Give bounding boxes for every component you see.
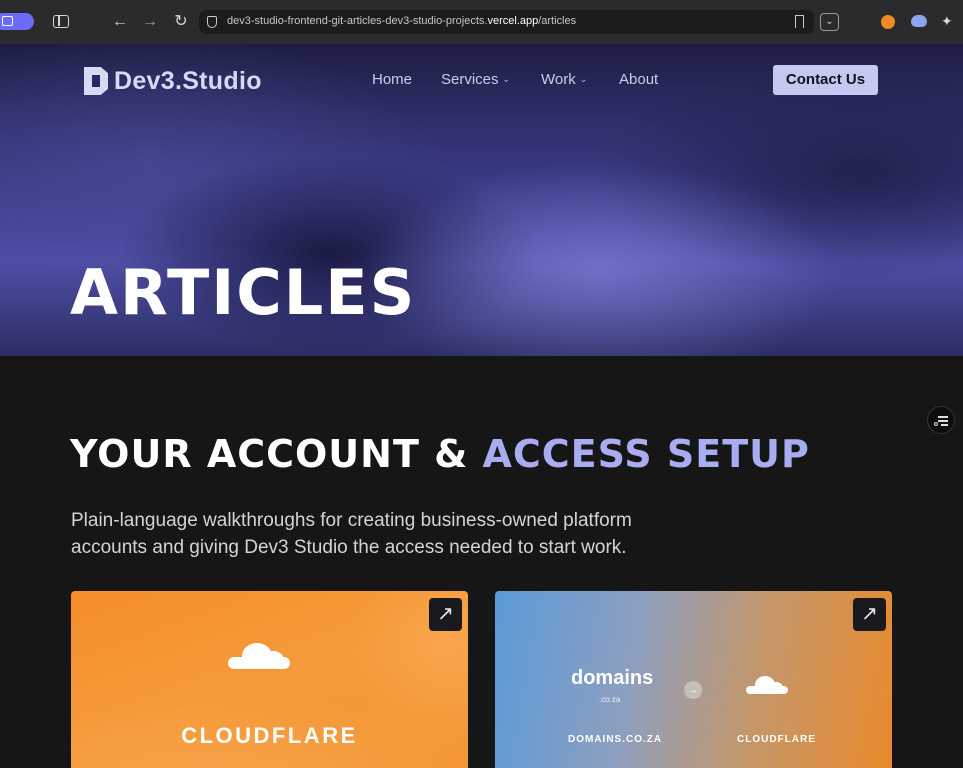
site-logo[interactable]: Dev3.Studio <box>84 66 262 96</box>
logo-text: Dev3.Studio <box>114 66 262 95</box>
extension-blue-icon[interactable] <box>911 15 927 27</box>
chevron-down-icon: ⌄ <box>502 74 511 84</box>
card-label: CLOUDFLARE <box>181 723 358 748</box>
page-title: ARTICLES <box>70 256 417 329</box>
extension-puzzle-icon[interactable]: ✦ <box>941 13 953 30</box>
extension-orange-icon[interactable] <box>881 15 895 29</box>
card-label-right: CLOUDFLARE <box>737 734 816 745</box>
sidebar-toggle-icon[interactable] <box>51 12 71 32</box>
shield-icon <box>207 16 217 28</box>
browser-toolbar: ← → ↻ dev3-studio-frontend-git-articles-… <box>0 0 963 44</box>
arrow-up-right-icon[interactable]: ↗ <box>429 598 462 631</box>
card-label-left: DOMAINS.CO.ZA <box>568 734 663 745</box>
section-description: Plain-language walkthroughs for creating… <box>71 510 632 558</box>
url-text: dev3-studio-frontend-git-articles-dev3-s… <box>227 15 577 27</box>
page: Dev3.Studio Home Services ⌄ Work ⌄ About C… <box>0 44 963 768</box>
address-bar[interactable]: dev3-studio-frontend-git-articles-dev3-s… <box>199 10 814 34</box>
chevron-down-icon: ⌄ <box>579 74 588 84</box>
section-title: YOUR ACCOUNT & ACCESS SETUP <box>70 432 810 476</box>
tabs-dropdown-button[interactable]: ⌄ <box>820 13 839 31</box>
nav-about-label: About <box>619 71 659 88</box>
cloudflare-cloud-icon <box>228 643 290 671</box>
table-of-contents-button[interactable] <box>927 406 955 434</box>
bookmark-icon[interactable] <box>795 15 804 28</box>
nav-services-label: Services <box>441 71 499 88</box>
section-title-accent: ACCESS SETUP <box>482 432 810 476</box>
cloudflare-cloud-icon <box>746 676 788 696</box>
nav-work-label: Work <box>541 71 576 88</box>
nav-home[interactable]: Home <box>372 71 412 88</box>
article-card-domains-to-cloudflare[interactable]: ↗ domains .co.za → DOMAINS.CO.ZA CLOUDFL… <box>495 591 892 768</box>
back-button[interactable]: ← <box>110 12 130 32</box>
section-title-main: YOUR ACCOUNT & <box>70 432 483 476</box>
nav-about[interactable]: About <box>619 71 658 88</box>
domains-wordmark: domains <box>571 667 654 689</box>
right-arrow-icon: → <box>684 681 702 699</box>
window-icon <box>2 16 13 26</box>
arrow-up-right-icon[interactable]: ↗ <box>853 598 886 631</box>
contact-us-button[interactable]: Contact Us <box>773 65 878 95</box>
logo-mark-icon <box>84 67 108 95</box>
forward-button[interactable]: → <box>140 12 160 32</box>
nav-services[interactable]: Services ⌄ <box>441 71 510 88</box>
article-card-cloudflare[interactable]: ↗ CLOUDFLARE <box>71 591 468 768</box>
reload-button[interactable]: ↻ <box>171 12 191 32</box>
hero-banner: Dev3.Studio Home Services ⌄ Work ⌄ About C… <box>0 44 963 356</box>
nav-home-label: Home <box>372 71 413 88</box>
tab-group-pill[interactable] <box>0 13 34 30</box>
nav-work[interactable]: Work ⌄ <box>541 71 587 88</box>
domains-wordmark-sub: .co.za <box>599 695 621 704</box>
